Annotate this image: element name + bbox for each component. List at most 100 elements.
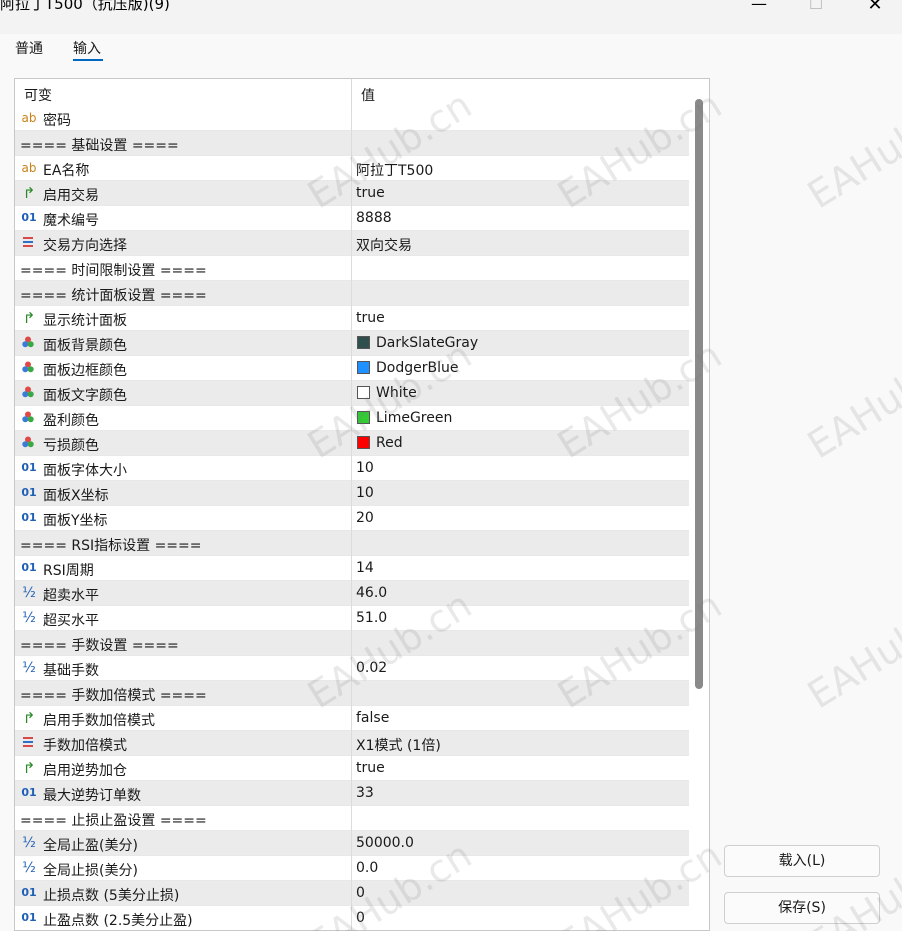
parameter-value[interactable]: true — [356, 760, 385, 776]
parameter-value[interactable]: 20 — [356, 510, 374, 526]
table-row[interactable]: 手数加倍模式 X1模式 (1倍) — [15, 731, 689, 756]
integer-type-icon: 01 — [21, 786, 37, 799]
title-bar: 阿拉丁T500（抗压版)(9) — ☐ ✕ — [0, 0, 902, 34]
column-divider — [351, 281, 352, 306]
parameter-value[interactable]: DodgerBlue — [376, 360, 458, 376]
table-row[interactable]: 交易方向选择 双向交易 — [15, 231, 689, 256]
table-row[interactable]: ==== 手数加倍模式 ==== — [15, 681, 689, 706]
color-swatch[interactable] — [357, 361, 370, 374]
parameter-name: ==== 统计面板设置 ==== — [20, 288, 207, 304]
parameter-value[interactable]: true — [356, 310, 385, 326]
column-divider — [351, 431, 352, 456]
table-row[interactable]: ==== 时间限制设置 ==== — [15, 256, 689, 281]
table-row[interactable]: ½ 全局止损(美分) 0.0 — [15, 856, 689, 881]
table-row[interactable]: 01 面板字体大小 10 — [15, 456, 689, 481]
table-row[interactable]: 亏损颜色 Red — [15, 431, 689, 456]
parameter-name: 全局止损(美分) — [43, 863, 138, 879]
parameter-value[interactable]: White — [376, 385, 417, 401]
color-swatch[interactable] — [357, 411, 370, 424]
column-divider — [351, 531, 352, 556]
table-row[interactable]: 01 最大逆势订单数 33 — [15, 781, 689, 806]
table-row[interactable]: ↱ 启用手数加倍模式 false — [15, 706, 689, 731]
save-button[interactable]: 保存(S) — [724, 892, 880, 924]
table-row[interactable]: 01 面板X坐标 10 — [15, 481, 689, 506]
parameter-value[interactable]: 0 — [356, 885, 365, 901]
parameter-value[interactable]: 阿拉丁T500 — [356, 160, 433, 180]
table-row[interactable]: ab EA名称 阿拉丁T500 — [15, 156, 689, 181]
color-swatch[interactable] — [357, 436, 370, 449]
column-header-value[interactable]: 值 — [361, 85, 375, 105]
color-swatch[interactable] — [357, 336, 370, 349]
parameter-value[interactable]: 10 — [356, 485, 374, 501]
column-divider — [351, 156, 352, 181]
parameter-value[interactable]: 50000.0 — [356, 835, 414, 851]
window-title: 阿拉丁T500（抗压版)(9) — [0, 0, 170, 13]
table-row[interactable]: ↱ 启用交易 true — [15, 181, 689, 206]
table-row[interactable]: 01 魔术编号 8888 — [15, 206, 689, 231]
table-row[interactable]: ==== RSI指标设置 ==== — [15, 531, 689, 556]
parameter-value[interactable]: false — [356, 710, 389, 726]
double-type-icon: ½ — [22, 660, 36, 676]
parameter-value[interactable]: 0 — [356, 910, 365, 926]
parameter-value[interactable]: LimeGreen — [376, 410, 452, 426]
tab-inputs[interactable]: 输入 — [73, 38, 101, 58]
table-row[interactable]: ↱ 启用逆势加仓 true — [15, 756, 689, 781]
table-row[interactable]: ==== 手数设置 ==== — [15, 631, 689, 656]
column-divider — [351, 706, 352, 731]
parameter-value[interactable]: 51.0 — [356, 610, 387, 626]
table-row[interactable]: ==== 统计面板设置 ==== — [15, 281, 689, 306]
table-row[interactable]: 面板文字颜色 White — [15, 381, 689, 406]
parameter-name: EA名称 — [43, 163, 90, 179]
parameter-name: 超买水平 — [43, 613, 99, 629]
table-row[interactable]: 面板边框颜色 DodgerBlue — [15, 356, 689, 381]
table-row[interactable]: ½ 超买水平 51.0 — [15, 606, 689, 631]
parameter-value[interactable]: X1模式 (1倍) — [356, 735, 441, 755]
maximize-button[interactable]: ☐ — [793, 0, 839, 20]
table-row[interactable]: ↱ 显示统计面板 true — [15, 306, 689, 331]
load-button[interactable]: 载入(L) — [724, 845, 880, 877]
table-row[interactable]: ½ 超卖水平 46.0 — [15, 581, 689, 606]
table-row[interactable]: 01 RSI周期 14 — [15, 556, 689, 581]
table-row[interactable]: ab 密码 — [15, 106, 689, 131]
parameter-value[interactable]: 10 — [356, 460, 374, 476]
parameter-value[interactable]: true — [356, 185, 385, 201]
column-divider — [351, 631, 352, 656]
column-divider — [351, 506, 352, 531]
column-header-variable[interactable]: 可变 — [24, 85, 52, 105]
parameter-name: 启用交易 — [43, 188, 99, 204]
parameter-value[interactable]: 46.0 — [356, 585, 387, 601]
table-header: 可变 值 — [15, 79, 689, 106]
parameter-value[interactable]: 0.0 — [356, 860, 378, 876]
column-divider — [351, 881, 352, 906]
table-row[interactable]: 盈利颜色 LimeGreen — [15, 406, 689, 431]
parameter-value[interactable]: Red — [376, 435, 403, 451]
parameter-value[interactable]: DarkSlateGray — [376, 335, 478, 351]
table-row[interactable]: ½ 基础手数 0.02 — [15, 656, 689, 681]
color-type-icon — [21, 360, 37, 376]
column-divider — [351, 731, 352, 756]
vertical-scrollbar[interactable] — [695, 99, 703, 689]
column-divider — [351, 606, 352, 631]
column-divider[interactable] — [351, 79, 352, 106]
parameter-value[interactable]: 14 — [356, 560, 374, 576]
table-row[interactable]: 面板背景颜色 DarkSlateGray — [15, 331, 689, 356]
parameter-value[interactable]: 8888 — [356, 210, 392, 226]
color-swatch[interactable] — [357, 386, 370, 399]
parameter-name: 魔术编号 — [43, 213, 99, 229]
close-button[interactable]: ✕ — [852, 0, 898, 20]
parameter-value[interactable]: 双向交易 — [356, 235, 412, 255]
parameter-value[interactable]: 0.02 — [356, 660, 387, 676]
table-row[interactable]: 01 面板Y坐标 20 — [15, 506, 689, 531]
table-row[interactable]: ==== 基础设置 ==== — [15, 131, 689, 156]
parameter-name: 全局止盈(美分) — [43, 838, 138, 854]
color-type-icon — [21, 385, 37, 401]
parameter-value[interactable]: 33 — [356, 785, 374, 801]
table-row[interactable]: ==== 止损止盈设置 ==== — [15, 806, 689, 831]
minimize-button[interactable]: — — [736, 0, 782, 20]
parameter-name: ==== 基础设置 ==== — [20, 138, 179, 154]
column-divider — [351, 656, 352, 681]
tab-common[interactable]: 普通 — [15, 38, 43, 58]
table-row[interactable]: 01 止损点数 (5美分止损) 0 — [15, 881, 689, 906]
table-row[interactable]: ½ 全局止盈(美分) 50000.0 — [15, 831, 689, 856]
table-row[interactable]: 01 止盈点数 (2.5美分止盈) 0 — [15, 906, 689, 930]
